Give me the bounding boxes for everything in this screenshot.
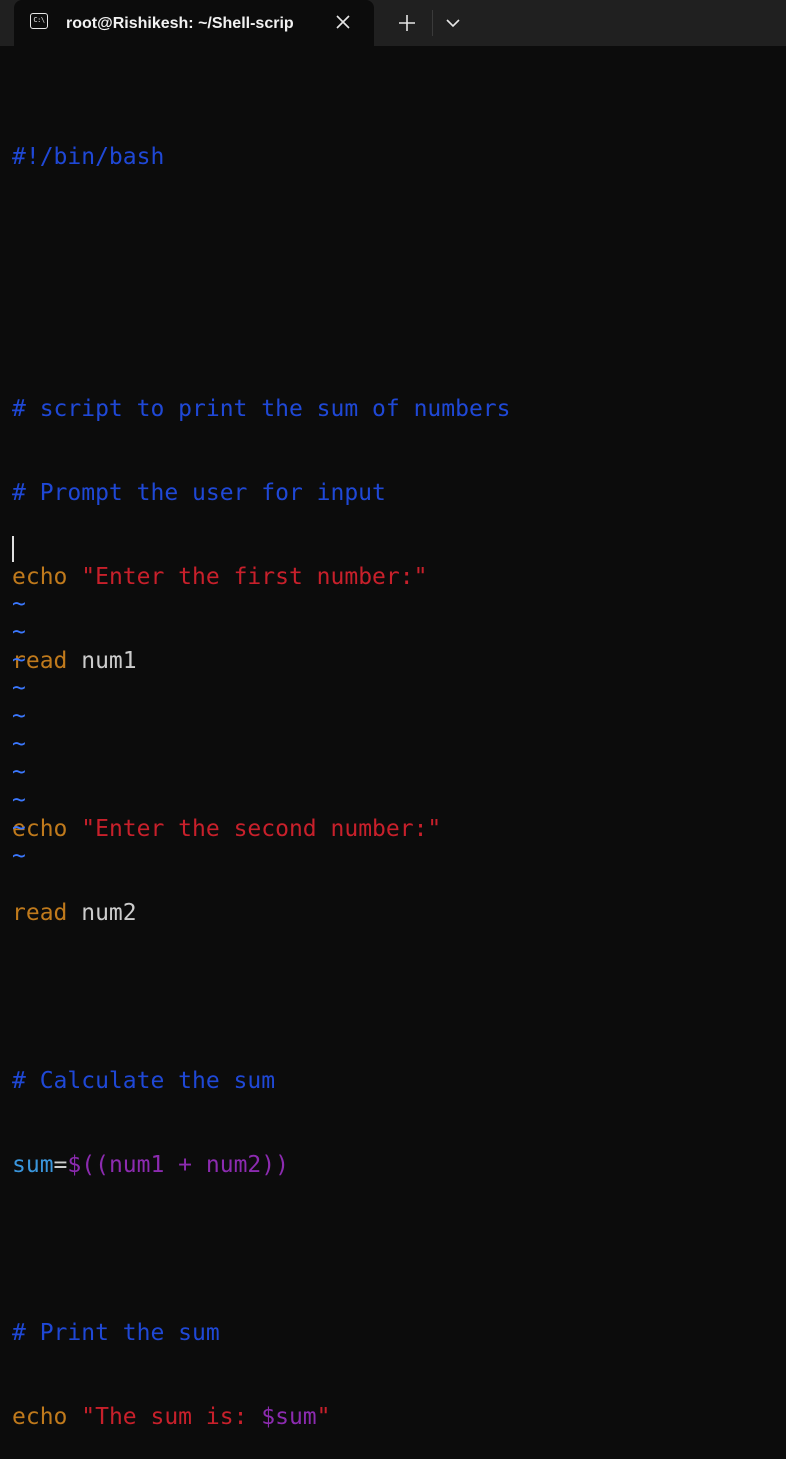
tilde-marker: ~ xyxy=(12,647,26,673)
terminal-icon: C:\ xyxy=(30,13,48,29)
tilde-marker: ~ xyxy=(12,759,26,785)
tilde-marker: ~ xyxy=(12,787,26,813)
code-line: # Prompt the user for input xyxy=(12,479,782,507)
tilde-marker: ~ xyxy=(12,843,26,869)
arithmetic-expression: $((num1 + num2)) xyxy=(67,1152,289,1178)
close-icon[interactable] xyxy=(332,11,354,33)
code-line: #!/bin/bash xyxy=(12,143,782,171)
variable-reference: $sum xyxy=(261,1404,317,1430)
code-editor[interactable]: #!/bin/bash # script to print the sum of… xyxy=(12,87,782,1459)
tilde-marker: ~ xyxy=(12,703,26,729)
string-literal: "Enter the second number:" xyxy=(81,816,442,842)
tilde-marker: ~ xyxy=(12,675,26,701)
string-literal: "The sum is: xyxy=(81,1404,262,1430)
keyword: read xyxy=(12,900,68,926)
code-line: # Print the sum xyxy=(12,1319,782,1347)
plus-icon[interactable] xyxy=(394,11,420,35)
comment-line: # Print the sum xyxy=(12,1320,220,1346)
tilde-marker: ~ xyxy=(12,591,26,617)
terminal-tab[interactable]: C:\ root@Rishikesh: ~/Shell-scrip xyxy=(14,0,374,46)
code-line: echo "The sum is: $sum" xyxy=(12,1403,782,1431)
shebang-line: #!/bin/bash xyxy=(12,144,165,170)
code-line: read num1 xyxy=(12,647,782,675)
chevron-down-icon[interactable] xyxy=(442,11,464,35)
comment-line: # Prompt the user for input xyxy=(12,480,386,506)
variable-name: num1 xyxy=(67,648,137,674)
assigned-variable: sum xyxy=(12,1152,54,1178)
tab-title: root@Rishikesh: ~/Shell-scrip xyxy=(66,15,294,32)
assign-operator: = xyxy=(53,1152,68,1178)
tilde-marker: ~ xyxy=(12,815,26,841)
code-line: sum=$((num1 + num2)) xyxy=(12,1151,782,1179)
tilde-marker: ~ xyxy=(12,619,26,645)
code-line: echo "Enter the first number:" xyxy=(12,563,782,591)
titlebar-divider xyxy=(432,10,433,36)
code-line: read num2 xyxy=(12,899,782,927)
code-line: # script to print the sum of numbers xyxy=(12,395,782,423)
empty-line-markers: ~ ~ ~ ~ ~ ~ ~ ~ ~ ~ xyxy=(12,590,26,870)
string-literal: "Enter the first number:" xyxy=(81,564,428,590)
variable-name: num2 xyxy=(67,900,137,926)
keyword: echo xyxy=(12,1404,68,1430)
code-line: echo "Enter the second number:" xyxy=(12,815,782,843)
comment-line: # script to print the sum of numbers xyxy=(12,396,511,422)
string-literal-end: " xyxy=(316,1404,331,1430)
keyword: echo xyxy=(12,564,68,590)
tilde-marker: ~ xyxy=(12,731,26,757)
text-cursor xyxy=(12,536,14,562)
code-line: # Calculate the sum xyxy=(12,1067,782,1095)
title-bar: C:\ root@Rishikesh: ~/Shell-scrip xyxy=(0,0,786,46)
comment-line: # Calculate the sum xyxy=(12,1068,276,1094)
